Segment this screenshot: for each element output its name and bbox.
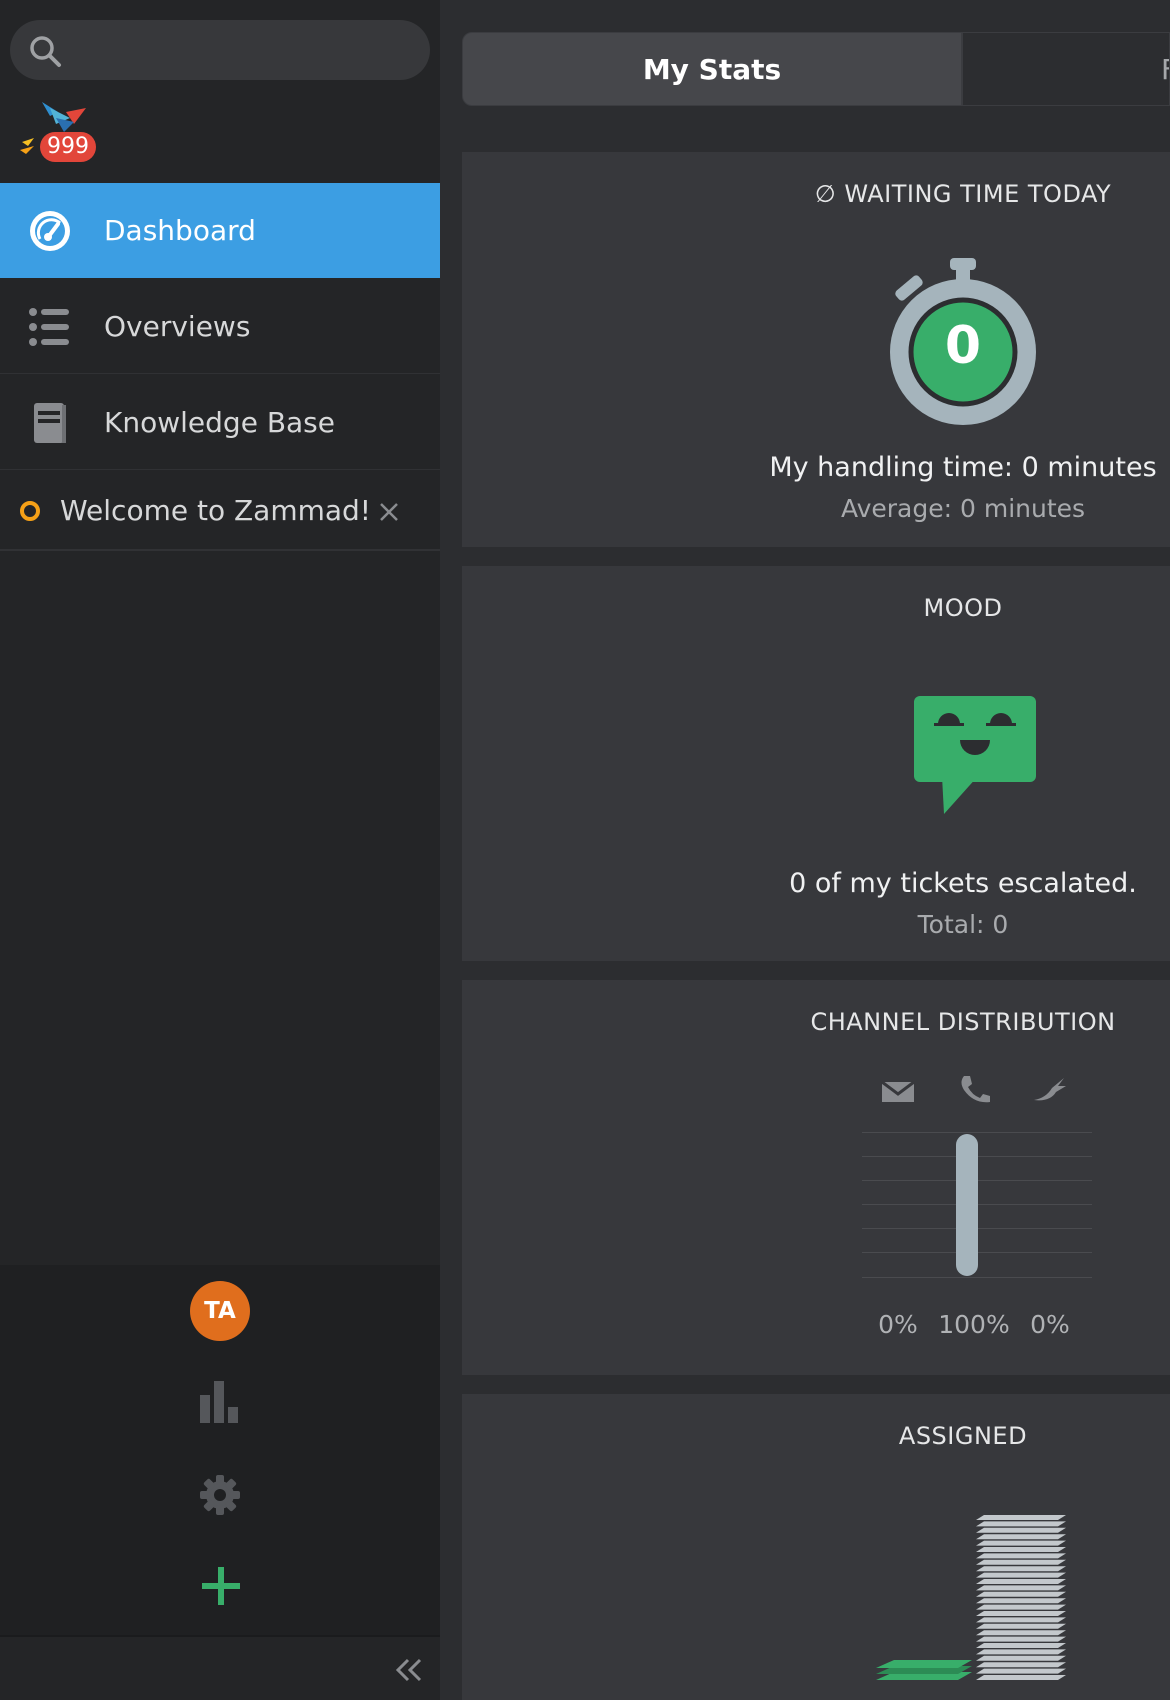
ticket-sheet bbox=[976, 1630, 1066, 1636]
ticket-sheet bbox=[976, 1643, 1066, 1648]
task-status-icon bbox=[20, 501, 40, 521]
tab-second[interactable]: F bbox=[962, 32, 1170, 106]
widget-title: CHANNEL DISTRIBUTION bbox=[810, 1008, 1116, 1036]
plus-icon[interactable] bbox=[202, 1567, 240, 1605]
avatar[interactable]: TA bbox=[190, 1281, 250, 1341]
stats-tabs: My Stats F bbox=[462, 32, 1170, 106]
ticket-sheet bbox=[976, 1623, 1066, 1629]
twitter-bird-icon bbox=[1034, 1078, 1066, 1101]
ticket-sheet bbox=[976, 1662, 1066, 1668]
ticket-sheet bbox=[976, 1617, 1066, 1623]
phone-icon bbox=[961, 1076, 990, 1103]
close-icon[interactable] bbox=[374, 497, 404, 527]
ticket-sheet bbox=[976, 1515, 1066, 1520]
waiting-time-value: 0 bbox=[944, 316, 982, 376]
list-icon bbox=[29, 308, 69, 346]
nav-overviews[interactable]: Overviews bbox=[0, 279, 440, 374]
closed-ticket-stack bbox=[876, 1660, 972, 1680]
ticket-sheet bbox=[976, 1527, 1066, 1533]
gear-icon[interactable] bbox=[198, 1473, 242, 1517]
channel-percent-twitter: 0% bbox=[1030, 1310, 1070, 1339]
dashboard-gauge-icon bbox=[30, 211, 70, 251]
assigned-ticket-stack bbox=[976, 1515, 1066, 1680]
ticket-sheet bbox=[976, 1540, 1066, 1546]
ticket-sheet bbox=[976, 1559, 1066, 1565]
widget-title: ∅ WAITING TIME TODAY bbox=[814, 180, 1112, 208]
ticket-sheet bbox=[976, 1611, 1066, 1616]
ticket-sheet bbox=[976, 1591, 1066, 1597]
ticket-sheet bbox=[976, 1566, 1066, 1572]
widget-waiting-time: ∅ WAITING TIME TODAY 0 My handling time:… bbox=[462, 152, 1170, 547]
notifications-logo[interactable]: 999 bbox=[20, 98, 100, 164]
ticket-sheet bbox=[976, 1521, 1066, 1527]
ticket-sheet bbox=[976, 1585, 1066, 1591]
nav-dashboard-label: Dashboard bbox=[104, 214, 256, 247]
widget-assigned: ASSIGNED bbox=[462, 1394, 1170, 1700]
double-chevron-left-icon[interactable] bbox=[394, 1657, 424, 1683]
grid-line bbox=[862, 1277, 1092, 1278]
ticket-sheet bbox=[976, 1675, 1066, 1680]
search-bar[interactable] bbox=[10, 20, 430, 80]
ticket-sheet bbox=[976, 1604, 1066, 1610]
ticket-sheet bbox=[876, 1660, 972, 1668]
tab-my-stats[interactable]: My Stats bbox=[462, 32, 962, 106]
grid-line bbox=[862, 1132, 1092, 1133]
escalated-text: 0 of my tickets escalated. bbox=[789, 868, 1137, 899]
ticket-sheet bbox=[976, 1598, 1066, 1604]
ticket-stack-icon bbox=[876, 1515, 1066, 1680]
sidebar-bottom-panel: TA bbox=[0, 1265, 440, 1635]
widget-title: ASSIGNED bbox=[898, 1422, 1028, 1450]
happy-mood-icon bbox=[914, 696, 1036, 814]
book-icon bbox=[34, 403, 66, 443]
email-icon bbox=[881, 1080, 915, 1102]
nav-knowledge-base-label: Knowledge Base bbox=[104, 406, 335, 439]
notification-count-badge: 999 bbox=[40, 132, 96, 162]
sidebar-collapse-bar[interactable] bbox=[0, 1635, 440, 1700]
widget-mood: MOOD 0 of my tickets escalated. Total: 0 bbox=[462, 566, 1170, 961]
ticket-sheet bbox=[976, 1534, 1066, 1540]
channel-bar-phone bbox=[956, 1134, 978, 1276]
nav-dashboard[interactable]: Dashboard bbox=[0, 183, 440, 278]
stats-icon[interactable] bbox=[200, 1381, 242, 1423]
ticket-sheet bbox=[976, 1579, 1066, 1584]
widget-channel-distribution: CHANNEL DISTRIBUTION 0% 100% 0% bbox=[462, 980, 1170, 1375]
search-input[interactable] bbox=[76, 30, 406, 70]
nav-knowledge-base[interactable]: Knowledge Base bbox=[0, 375, 440, 470]
ticket-sheet bbox=[976, 1636, 1066, 1642]
ticket-sheet bbox=[976, 1553, 1066, 1559]
ticket-sheet bbox=[976, 1655, 1066, 1661]
ticket-sheet bbox=[976, 1572, 1066, 1578]
search-icon bbox=[30, 36, 61, 67]
nav-overviews-label: Overviews bbox=[104, 310, 251, 343]
channel-bar-chart bbox=[862, 1132, 1092, 1278]
dashboard-main: My Stats F ∅ WAITING TIME TODAY 0 My han… bbox=[440, 0, 1170, 1700]
total-text: Total: 0 bbox=[917, 910, 1009, 939]
average-time-text: Average: 0 minutes bbox=[840, 494, 1086, 523]
ticket-sheet bbox=[976, 1547, 1066, 1552]
ticket-sheet bbox=[976, 1649, 1066, 1655]
handling-time-text: My handling time: 0 minutes bbox=[769, 452, 1157, 483]
channel-percent-phone: 100% bbox=[938, 1310, 1010, 1339]
widget-title: MOOD bbox=[923, 594, 1003, 622]
task-tab-welcome[interactable]: Welcome to Zammad! bbox=[0, 471, 440, 551]
task-title: Welcome to Zammad! bbox=[60, 494, 372, 527]
sidebar: 999 Dashboard Overviews Knowledge Base W… bbox=[0, 0, 440, 1700]
ticket-sheet bbox=[976, 1668, 1066, 1674]
channel-percent-email: 0% bbox=[878, 1310, 918, 1339]
